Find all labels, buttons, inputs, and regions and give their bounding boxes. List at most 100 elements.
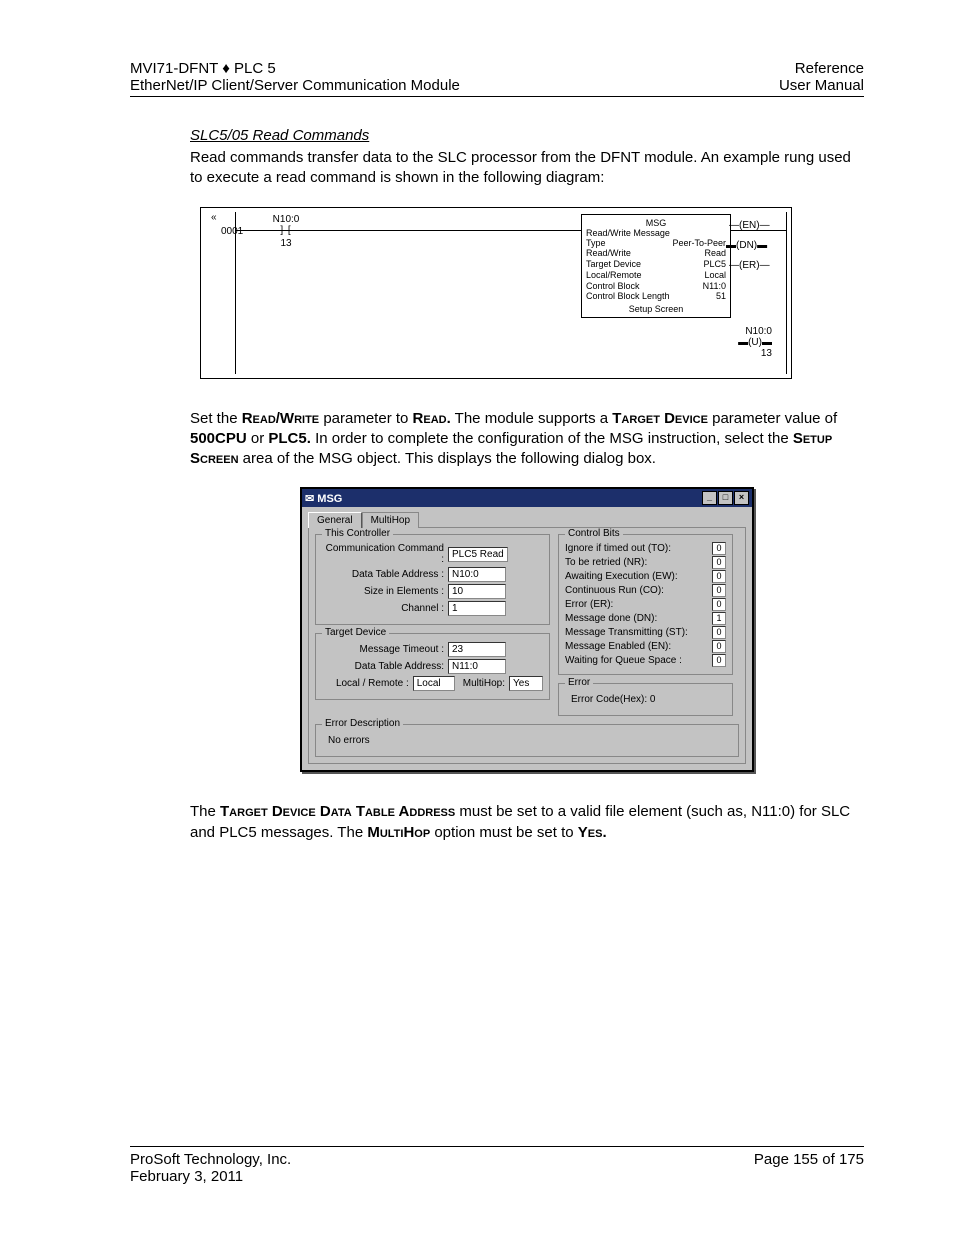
cb-row: Continuous Run (CO):0 — [565, 584, 726, 597]
dialog-tabs: GeneralMultiHop — [302, 507, 752, 527]
rail-right — [786, 212, 787, 374]
bit-queue[interactable]: 0 — [712, 654, 726, 667]
msg-instruction-box: MSG Read/Write Message TypePeer-To-Peer … — [581, 214, 731, 319]
legend-control-bits: Control Bits — [565, 528, 623, 539]
tab-general[interactable]: General — [308, 512, 362, 528]
msg-row: Control Block Length51 — [586, 291, 726, 302]
field-comm-cmd[interactable]: PLC5 Read — [448, 547, 508, 562]
fieldset-error: Error Error Code(Hex): 0 — [558, 683, 733, 716]
section-title: SLC5/05 Read Commands — [190, 127, 864, 144]
cb-row: Message done (DN):1 — [565, 612, 726, 625]
rail-left — [235, 212, 236, 374]
label-comm-cmd: Communication Command : — [322, 543, 444, 565]
field-local-remote[interactable]: Local — [413, 676, 455, 691]
msg-row: TypePeer-To-Peer — [586, 238, 726, 249]
flag-en: —(EN)— — [729, 220, 770, 231]
bit-er[interactable]: 0 — [712, 598, 726, 611]
out-tag: N10:0 — [727, 326, 772, 337]
label-local-remote: Local / Remote : — [322, 678, 409, 689]
header-right: Reference User Manual — [779, 60, 864, 94]
msg-row: Local/RemoteLocal — [586, 270, 726, 281]
error-text: Error Code(Hex): 0 — [565, 690, 726, 709]
msg-setup: Setup Screen — [586, 304, 726, 314]
label-msg-timeout: Message Timeout : — [322, 644, 444, 655]
sc-read: Read. — [413, 410, 451, 427]
dialog-titlebar: ✉ MSG _□× — [302, 489, 752, 507]
field-dta[interactable]: N10:0 — [448, 567, 506, 582]
legend-error: Error — [565, 677, 593, 688]
label-dta: Data Table Address : — [322, 569, 444, 580]
contact-tag: N10:0 — [271, 214, 301, 225]
bit-nr[interactable]: 0 — [712, 556, 726, 569]
cb-row: Ignore if timed out (TO):0 — [565, 542, 726, 555]
page-footer: ProSoft Technology, Inc. February 3, 201… — [130, 1146, 864, 1185]
flag-dn: ▬(DN)▬ — [726, 240, 767, 251]
msg-dialog: ✉ MSG _□× GeneralMultiHop This Controlle… — [300, 487, 754, 772]
bold-500cpu: 500CPU — [190, 430, 247, 447]
msg-row: Control BlockN11:0 — [586, 281, 726, 292]
bit-dn[interactable]: 1 — [712, 612, 726, 625]
fieldset-this-controller: This Controller Communication Command :P… — [315, 534, 550, 625]
page-header: MVI71-DFNT ♦ PLC 5 EtherNet/IP Client/Se… — [130, 60, 864, 97]
bit-en[interactable]: 0 — [712, 640, 726, 653]
cb-row: Awaiting Execution (EW):0 — [565, 570, 726, 583]
label-multihop: MultiHop: — [463, 678, 505, 689]
bit-co[interactable]: 0 — [712, 584, 726, 597]
cb-row: To be retried (NR):0 — [565, 556, 726, 569]
field-td-dta[interactable]: N11:0 — [448, 659, 506, 674]
bit-st[interactable]: 0 — [712, 626, 726, 639]
cb-row: Message Transmitting (ST):0 — [565, 626, 726, 639]
window-controls: _□× — [701, 491, 749, 505]
sc-target-device: Target Device — [612, 410, 708, 427]
header-doc: User Manual — [779, 77, 864, 94]
label-td-dta: Data Table Address: — [322, 661, 444, 672]
header-section: Reference — [779, 60, 864, 77]
intro-paragraph: Read commands transfer data to the SLC p… — [190, 148, 864, 189]
tab-multihop[interactable]: MultiHop — [362, 512, 419, 528]
bold-plc5: PLC5. — [268, 430, 311, 447]
fieldset-error-description: Error Description No errors — [315, 724, 739, 757]
content: SLC5/05 Read Commands Read commands tran… — [190, 127, 864, 843]
input-contact: N10:0 ] [ 13 — [271, 214, 301, 249]
bit-to[interactable]: 0 — [712, 542, 726, 555]
ladder-mark: « — [211, 212, 217, 223]
ladder-diagram: « 0001 N10:0 ] [ 13 MSG Read/Write Messa… — [200, 207, 792, 379]
header-left: MVI71-DFNT ♦ PLC 5 EtherNet/IP Client/Se… — [130, 60, 460, 94]
contact-symbol: ] [ — [271, 225, 301, 236]
out-symbol: ▬(U)▬ — [727, 337, 772, 348]
paragraph-2: Set the Read/Write parameter to Read. Th… — [190, 409, 864, 470]
label-channel: Channel : — [322, 603, 444, 614]
fieldset-target-device: Target Device Message Timeout :23 Data T… — [315, 633, 550, 700]
maximize-button[interactable]: □ — [718, 491, 733, 505]
minimize-button[interactable]: _ — [702, 491, 717, 505]
rung-number: 0001 — [221, 226, 243, 237]
cb-row: Message Enabled (EN):0 — [565, 640, 726, 653]
header-subtitle: EtherNet/IP Client/Server Communication … — [130, 77, 460, 94]
output-coil: N10:0 ▬(U)▬ 13 — [727, 326, 772, 359]
cb-row: Waiting for Queue Space :0 — [565, 654, 726, 667]
field-msg-timeout[interactable]: 23 — [448, 642, 506, 657]
field-size[interactable]: 10 — [448, 584, 506, 599]
sc-multihop: MultiHop — [367, 824, 430, 841]
fieldset-control-bits: Control Bits Ignore if timed out (TO):0 … — [558, 534, 733, 675]
msg-row: Read/WriteRead — [586, 248, 726, 259]
legend-this-controller: This Controller — [322, 528, 393, 539]
footer-date: February 3, 2011 — [130, 1168, 291, 1185]
close-button[interactable]: × — [734, 491, 749, 505]
msg-row: Target DevicePLC5 — [586, 259, 726, 270]
flag-er: —(ER)— — [729, 260, 770, 271]
msg-heading: MSG — [644, 218, 669, 228]
cb-row: Error (ER):0 — [565, 598, 726, 611]
field-multihop[interactable]: Yes — [509, 676, 543, 691]
label-size: Size in Elements : — [322, 586, 444, 597]
dialog-right-column: Control Bits Ignore if timed out (TO):0 … — [558, 534, 733, 716]
dialog-left-column: This Controller Communication Command :P… — [315, 534, 550, 716]
contact-bit: 13 — [271, 238, 301, 249]
header-product: MVI71-DFNT ♦ PLC 5 — [130, 60, 460, 77]
bit-ew[interactable]: 0 — [712, 570, 726, 583]
field-channel[interactable]: 1 — [448, 601, 506, 616]
sc-tdda: Target Device Data Table Address — [220, 803, 455, 820]
error-desc-text: No errors — [322, 731, 732, 750]
footer-company: ProSoft Technology, Inc. — [130, 1151, 291, 1168]
sc-yes: Yes. — [578, 824, 607, 841]
